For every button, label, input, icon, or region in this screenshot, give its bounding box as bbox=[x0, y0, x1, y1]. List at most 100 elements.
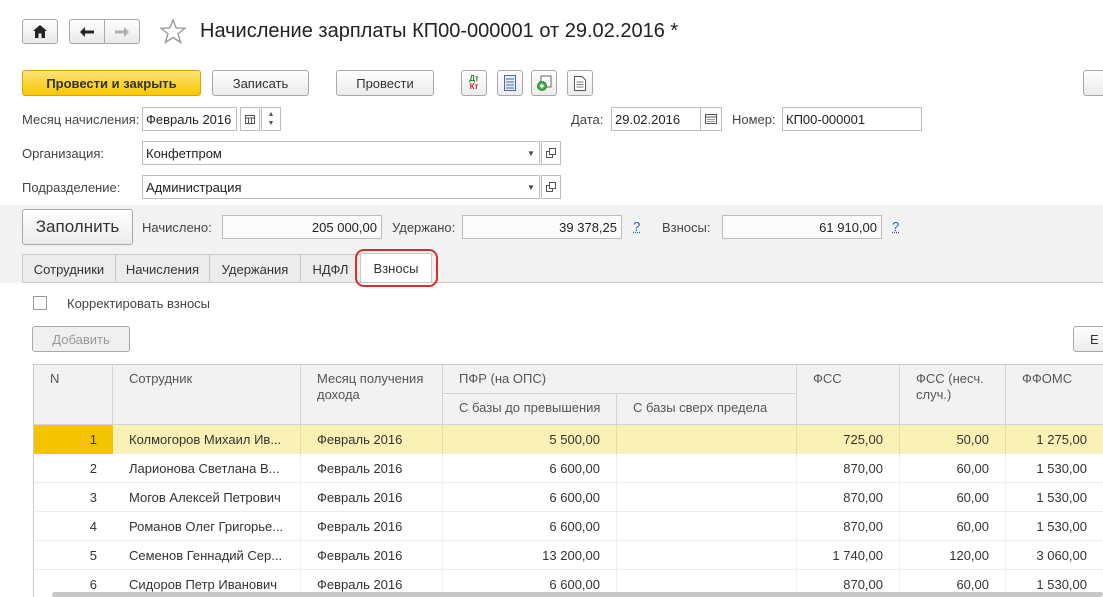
calendar-icon bbox=[705, 114, 717, 124]
arrow-left-icon bbox=[80, 27, 94, 37]
cell-pfr-base: 6 600,00 bbox=[443, 454, 617, 483]
department-label: Подразделение: bbox=[22, 180, 120, 195]
cell-ffoms: 1 275,00 bbox=[1006, 425, 1103, 454]
department-field[interactable]: Администрация bbox=[142, 175, 540, 199]
cell-pfr-over bbox=[617, 512, 797, 541]
department-open-button[interactable] bbox=[541, 175, 561, 199]
header-income-month[interactable]: Месяц получения дохода bbox=[301, 365, 443, 425]
add-button[interactable]: Добавить bbox=[32, 326, 130, 352]
cell-n: 1 bbox=[34, 425, 113, 454]
header-fss-accident[interactable]: ФСС (несч. случ.) bbox=[900, 365, 1006, 425]
number-label: Номер: bbox=[732, 112, 776, 127]
header-fss[interactable]: ФСС bbox=[797, 365, 900, 425]
table-row[interactable]: 5 Семенов Геннадий Сер... Февраль 2016 13 2… bbox=[34, 541, 1103, 570]
cell-fss-accident: 60,00 bbox=[900, 454, 1006, 483]
organization-open-button[interactable] bbox=[541, 141, 561, 165]
withheld-help-link[interactable]: ? bbox=[633, 219, 640, 234]
header-pfr-over[interactable]: С базы сверх предела bbox=[617, 394, 797, 425]
accrued-label: Начислено: bbox=[142, 220, 212, 235]
cell-pfr-base: 13 200,00 bbox=[443, 541, 617, 570]
cell-fss-accident: 120,00 bbox=[900, 541, 1006, 570]
tab-employees[interactable]: Сотрудники bbox=[22, 254, 116, 283]
header-pfr-base[interactable]: С базы до превышения bbox=[443, 394, 617, 425]
tab-content-border bbox=[22, 282, 1103, 283]
accrued-value: 205 000,00 bbox=[222, 215, 382, 239]
cell-pfr-over bbox=[617, 483, 797, 512]
favorite-star-icon[interactable] bbox=[160, 19, 186, 47]
month-stepper[interactable]: ▲ ▼ bbox=[261, 107, 281, 131]
cell-fss-accident: 60,00 bbox=[900, 483, 1006, 512]
cell-fss: 870,00 bbox=[797, 454, 900, 483]
post-button[interactable]: Провести bbox=[336, 70, 434, 96]
cell-n: 3 bbox=[34, 483, 113, 512]
cell-n: 5 bbox=[34, 541, 113, 570]
month-field[interactable]: Февраль 2016 bbox=[142, 107, 237, 131]
number-field[interactable]: КП00-000001 bbox=[782, 107, 922, 131]
dtkt-button[interactable]: Дт Кт bbox=[461, 70, 487, 96]
contributions-help-link[interactable]: ? bbox=[892, 219, 899, 234]
contributions-table[interactable]: N Сотрудник Месяц получения дохода ПФР (… bbox=[33, 364, 1103, 597]
table-row[interactable]: 2 Ларионова Светлана В... Февраль 2016 6 60… bbox=[34, 454, 1103, 483]
dtkt-icon: Дт Кт bbox=[469, 75, 479, 91]
cell-pfr-base: 6 600,00 bbox=[443, 512, 617, 541]
withheld-value: 39 378,25 bbox=[462, 215, 622, 239]
table-row[interactable]: 3 Могов Алексей Петрович Февраль 2016 6 600… bbox=[34, 483, 1103, 512]
tab-ndfl[interactable]: НДФЛ bbox=[300, 254, 361, 283]
report-button[interactable] bbox=[497, 70, 523, 96]
organization-label: Организация: bbox=[22, 146, 104, 161]
header-n[interactable]: N bbox=[34, 365, 113, 425]
date-calendar-button[interactable] bbox=[700, 107, 722, 131]
table-row[interactable]: 4 Романов Олег Григорье... Февраль 2016 6 6… bbox=[34, 512, 1103, 541]
month-calendar-button[interactable] bbox=[240, 107, 260, 131]
tab-deductions[interactable]: Удержания bbox=[209, 254, 301, 283]
create-based-on-button[interactable] bbox=[531, 70, 557, 96]
cell-n: 4 bbox=[34, 512, 113, 541]
table-row[interactable]: 1 Колмогоров Михаил Ив... Февраль 2016 5 50… bbox=[34, 425, 1103, 454]
cell-employee: Семенов Геннадий Сер... bbox=[113, 541, 301, 570]
cell-pfr-base: 6 600,00 bbox=[443, 483, 617, 512]
chevron-down-icon: ▼ bbox=[268, 119, 275, 128]
arrow-right-icon bbox=[115, 27, 129, 37]
horizontal-scrollbar[interactable] bbox=[52, 592, 1103, 597]
department-dropdown-icon[interactable]: ▼ bbox=[522, 175, 540, 199]
cell-ffoms: 1 530,00 bbox=[1006, 483, 1103, 512]
cell-fss: 870,00 bbox=[797, 512, 900, 541]
cell-fss-accident: 60,00 bbox=[900, 512, 1006, 541]
date-label: Дата: bbox=[571, 112, 603, 127]
tab-accruals[interactable]: Начисления bbox=[115, 254, 210, 283]
home-button[interactable] bbox=[22, 19, 58, 44]
post-and-close-button[interactable]: Провести и закрыть bbox=[22, 70, 201, 96]
document-stack-icon bbox=[504, 75, 516, 91]
back-button[interactable] bbox=[69, 19, 105, 44]
more-actions-button[interactable]: Е bbox=[1073, 326, 1103, 352]
calendar-icon bbox=[245, 114, 255, 124]
header-employee[interactable]: Сотрудник bbox=[113, 365, 301, 425]
contributions-value: 61 910,00 bbox=[722, 215, 882, 239]
cell-income-month: Февраль 2016 bbox=[301, 512, 443, 541]
cell-fss: 1 740,00 bbox=[797, 541, 900, 570]
cell-n: 2 bbox=[34, 454, 113, 483]
month-label: Месяц начисления: bbox=[22, 112, 139, 127]
home-icon bbox=[33, 25, 47, 38]
page-title: Начисление зарплаты КП00-000001 от 29.02… bbox=[200, 20, 678, 43]
cell-pfr-over bbox=[617, 454, 797, 483]
organization-field[interactable]: Конфетпром bbox=[142, 141, 540, 165]
cell-employee: Романов Олег Григорье... bbox=[113, 512, 301, 541]
header-pfr: ПФР (на ОПС) bbox=[443, 365, 797, 394]
print-button[interactable] bbox=[567, 70, 593, 96]
cell-income-month: Февраль 2016 bbox=[301, 425, 443, 454]
date-field[interactable]: 29.02.2016 bbox=[611, 107, 701, 131]
save-button[interactable]: Записать bbox=[212, 70, 309, 96]
more-button[interactable] bbox=[1083, 70, 1103, 96]
adjust-contributions-checkbox[interactable] bbox=[33, 296, 47, 310]
cell-pfr-over bbox=[617, 541, 797, 570]
header-ffoms[interactable]: ФФОМС bbox=[1006, 365, 1103, 425]
fill-button[interactable]: Заполнить bbox=[22, 209, 133, 245]
cell-income-month: Февраль 2016 bbox=[301, 483, 443, 512]
cell-ffoms: 1 530,00 bbox=[1006, 512, 1103, 541]
forward-button[interactable] bbox=[104, 19, 140, 44]
cell-employee: Могов Алексей Петрович bbox=[113, 483, 301, 512]
withheld-label: Удержано: bbox=[392, 220, 455, 235]
organization-dropdown-icon[interactable]: ▼ bbox=[522, 141, 540, 165]
chevron-up-icon: ▲ bbox=[268, 110, 275, 119]
